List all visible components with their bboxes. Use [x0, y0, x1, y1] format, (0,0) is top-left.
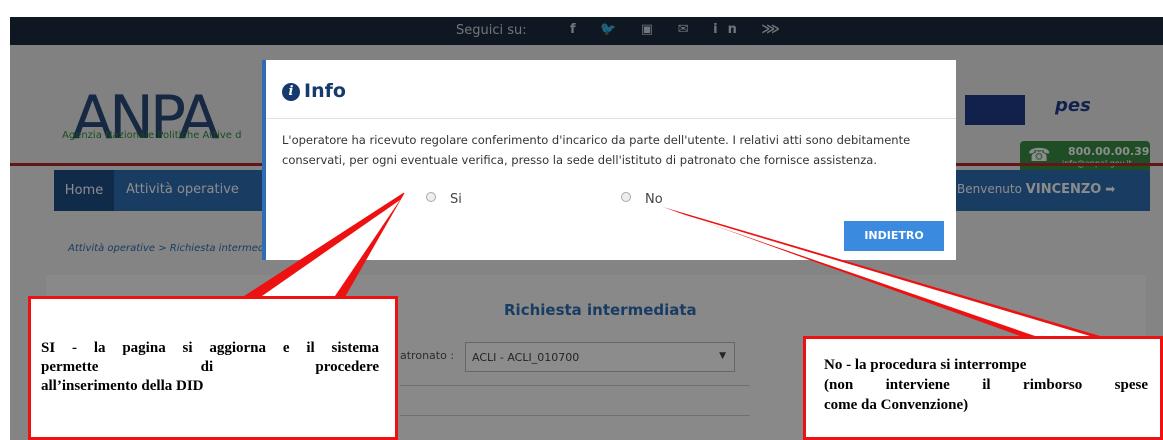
callout-si-line3: all’inserimento della DID — [41, 378, 204, 394]
callout-si: SI - la pagina si aggiorna e il sistema … — [28, 296, 398, 440]
callout-no-line2: (non interviene il rimborso spese — [824, 377, 1148, 393]
callout-no-line3: come da Convenzione) — [824, 397, 969, 413]
callout-no: No - la procedura si interrompe (non int… — [803, 336, 1163, 440]
callout-si-line1: SI - la pagina si aggiorna e il sistema — [41, 340, 379, 356]
callout-si-line2: permette di procedere — [41, 359, 379, 375]
callout-no-line1: No - la procedura si interrompe — [824, 357, 1027, 373]
arrow-no — [663, 207, 1100, 336]
